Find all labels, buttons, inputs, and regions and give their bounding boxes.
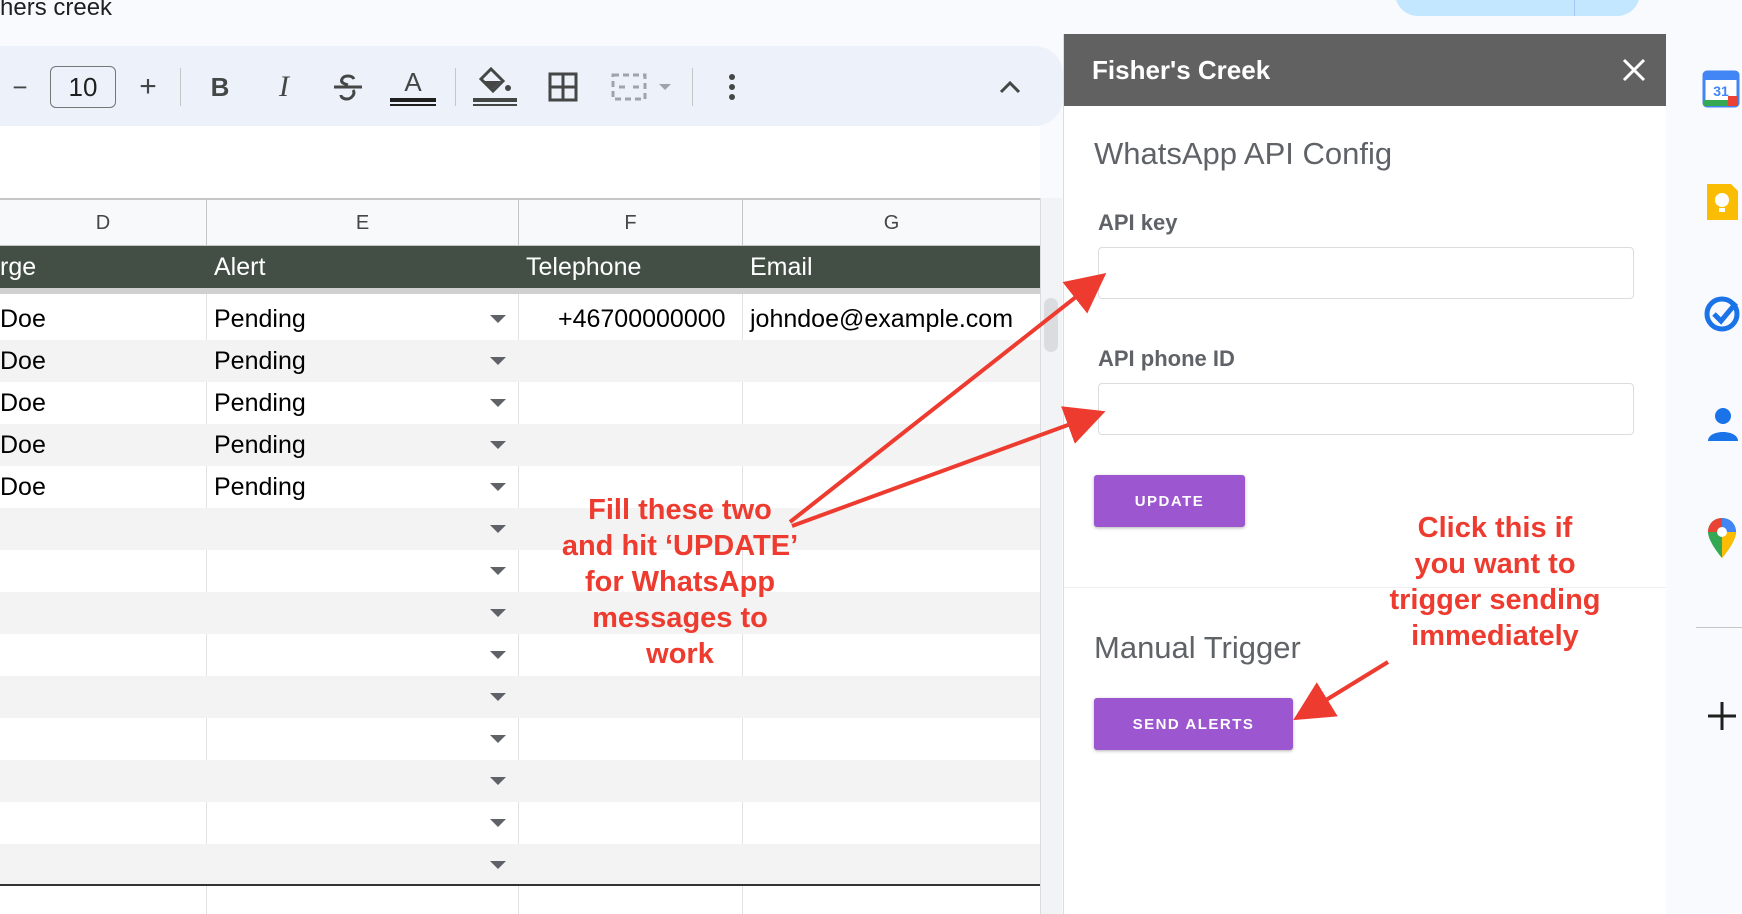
annotation-arrows bbox=[788, 273, 1390, 721]
arrow-to-api-key bbox=[788, 273, 1107, 524]
right-annotation-line: Click this if bbox=[1417, 512, 1573, 544]
right-annotation-line: immediately bbox=[1411, 620, 1579, 652]
arrow-to-send-alerts bbox=[1293, 660, 1390, 721]
left-annotation-line: work bbox=[646, 638, 714, 670]
right-annotation: Click this if you want to trigger sendin… bbox=[1360, 510, 1630, 654]
left-annotation: Fill these two and hit ‘UPDATE’ for What… bbox=[545, 492, 815, 672]
left-annotation-line: messages to bbox=[592, 602, 768, 634]
right-annotation-line: you want to bbox=[1414, 548, 1576, 580]
left-annotation-line: Fill these two bbox=[588, 494, 772, 526]
right-annotation-line: trigger sending bbox=[1389, 584, 1601, 616]
left-annotation-line: for WhatsApp bbox=[584, 566, 776, 598]
arrow-to-api-phone-id bbox=[791, 406, 1106, 528]
left-annotation-line: and hit ‘UPDATE’ bbox=[561, 530, 799, 562]
